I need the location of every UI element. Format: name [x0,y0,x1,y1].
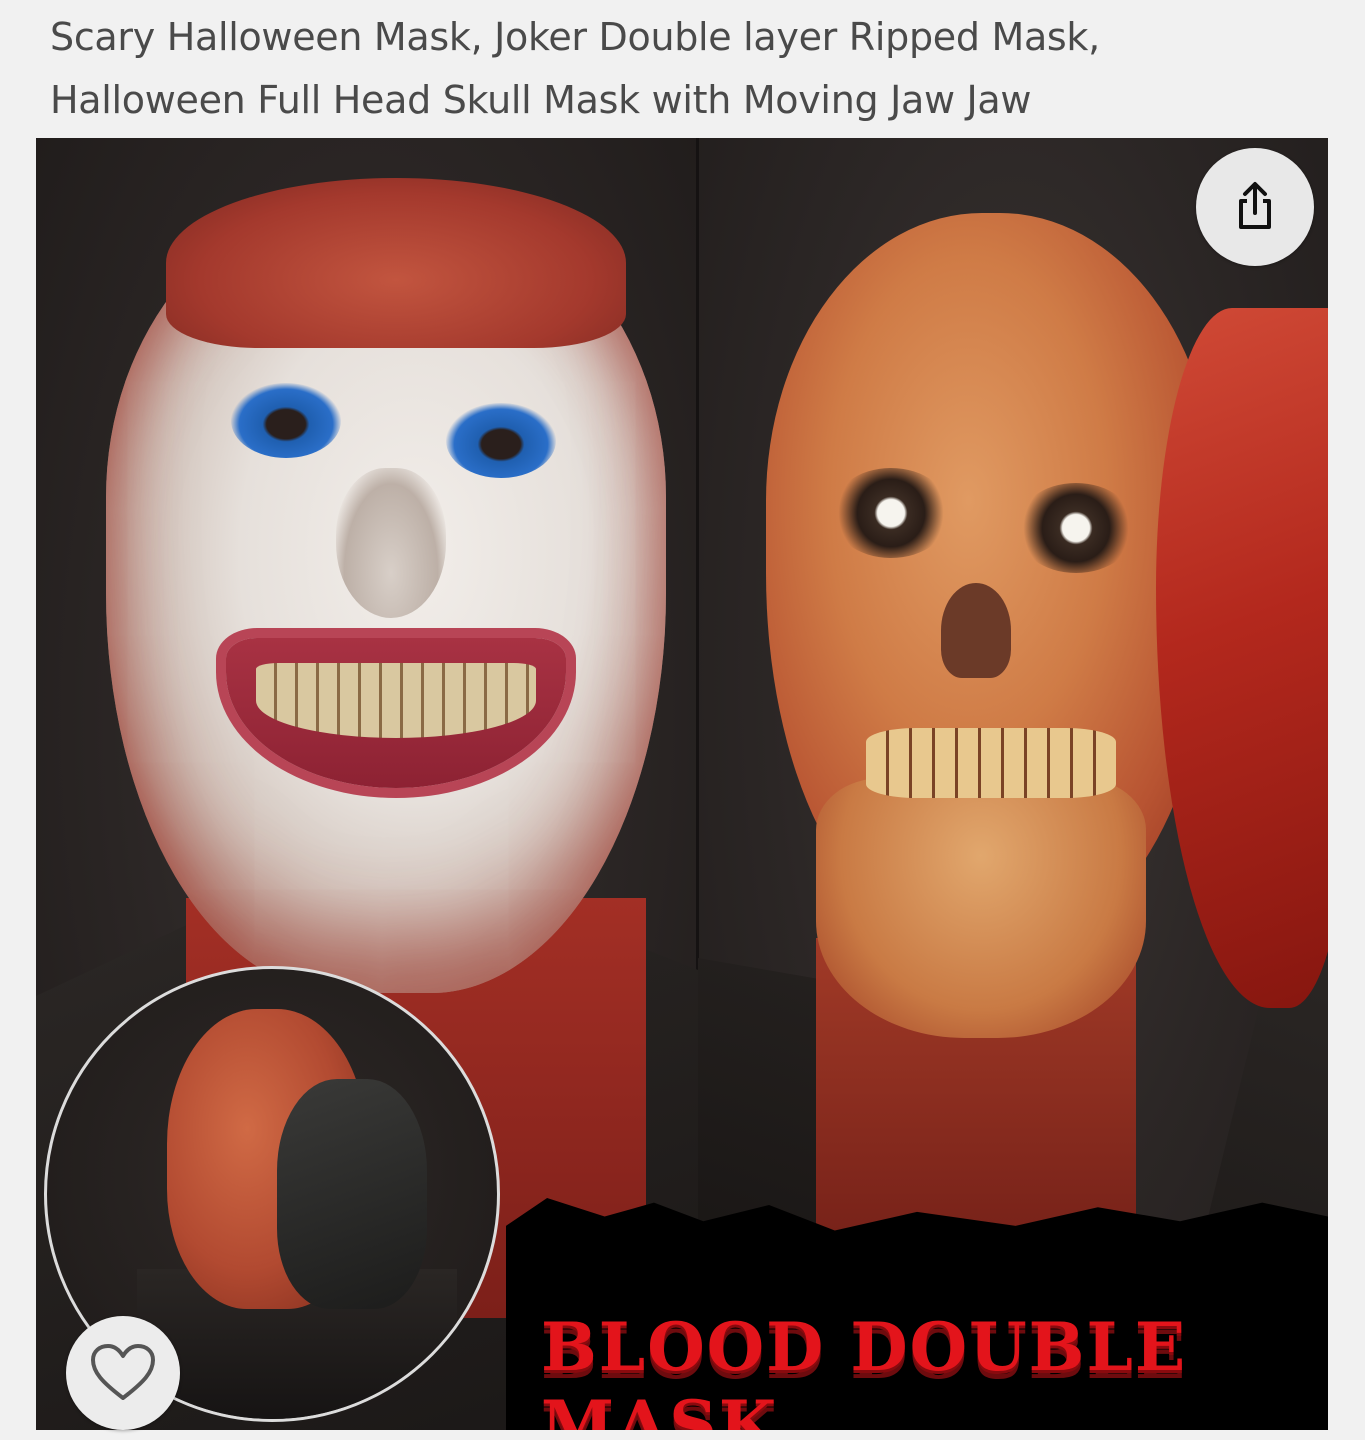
joker-nose [336,468,446,618]
share-icon [1239,182,1271,229]
skull-nose-cavity [941,583,1011,678]
joker-right-eye [446,403,556,478]
joker-teeth [256,663,536,738]
product-title-line-2: Halloween Full Head Skull Mask with Movi… [50,78,1032,122]
skull-right-eye [1016,483,1136,573]
heart-icon [91,1344,155,1400]
banner-line-2: MASK [541,1386,779,1430]
skull-jaw [816,778,1146,1038]
joker-bloody-scalp [166,178,626,348]
product-title: Scary Halloween Mask, Joker Double layer… [50,6,1310,132]
product-image[interactable]: BLOOD DOUBLE MASK [36,138,1328,1430]
banner-text: BLOOD DOUBLE MASK [541,1308,1311,1430]
skull-teeth [866,728,1116,798]
inset-glove [277,1079,427,1309]
favorite-button[interactable] [66,1316,180,1430]
joker-left-eye [231,383,341,458]
product-title-line-1: Scary Halloween Mask, Joker Double layer… [50,15,1100,59]
skull-left-eye [831,468,951,558]
share-button[interactable] [1196,148,1314,266]
banner-line-1: BLOOD DOUBLE [541,1308,1188,1386]
